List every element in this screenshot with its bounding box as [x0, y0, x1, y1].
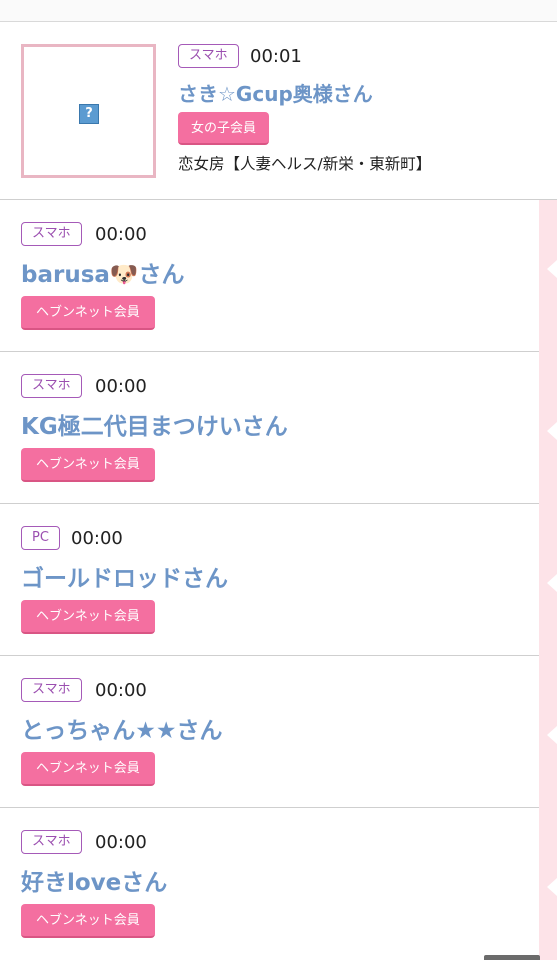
member-type-badge: ヘブンネット会員 [21, 448, 155, 482]
visitor-list: スマホ 00:00 barusa🐶さん ヘブンネット会員 スマホ 00:00 K… [0, 200, 557, 960]
member-type-badge: 女の子会員 [178, 112, 270, 145]
top-strip [0, 0, 557, 22]
visitor-name-link[interactable]: KG極二代目まつけいさん [21, 407, 288, 441]
visit-time: 00:00 [95, 224, 147, 245]
device-badge: スマホ [21, 222, 82, 246]
visit-time: 00:00 [95, 832, 147, 853]
rail-notch [547, 878, 557, 896]
visitor-name-link[interactable]: 好きloveさん [21, 863, 167, 897]
visitor-row[interactable]: スマホ 00:00 barusa🐶さん ヘブンネット会員 [0, 200, 557, 352]
rail-notch [547, 574, 557, 592]
member-type-badge: ヘブンネット会員 [21, 752, 155, 786]
visitor-row[interactable]: スマホ 00:00 KG極二代目まつけいさん ヘブンネット会員 [0, 352, 557, 504]
visitor-row[interactable]: PC 00:00 ゴールドロッドさん ヘブンネット会員 [0, 504, 557, 656]
device-badge: PC [21, 526, 60, 550]
rail-notch [547, 260, 557, 278]
device-badge: スマホ [21, 374, 82, 398]
scroll-indicator [484, 955, 540, 960]
rail-notch [547, 422, 557, 440]
shop-name[interactable]: 恋女房【人妻ヘルス/新栄・東新町】 [178, 152, 431, 174]
device-badge: スマホ [21, 678, 82, 702]
visitor-name-link[interactable]: とっちゃん★★さん [21, 711, 223, 745]
member-type-badge: ヘブンネット会員 [21, 904, 155, 938]
visit-time: 00:01 [250, 46, 302, 67]
broken-image-icon: ? [79, 104, 99, 124]
visit-time: 00:00 [71, 528, 123, 549]
visit-time: 00:00 [95, 376, 147, 397]
member-type-badge: ヘブンネット会員 [21, 600, 155, 634]
device-badge: スマホ [178, 44, 239, 68]
featured-visitor-card[interactable]: ? スマホ 00:01 さき☆Gcup奥様さん 女の子会員 恋女房【人妻ヘルス/… [0, 22, 557, 200]
visitor-name-link[interactable]: さき☆Gcup奥様さん [178, 78, 373, 107]
visitor-row[interactable]: スマホ 00:00 好きloveさん ヘブンネット会員 [0, 808, 557, 960]
decorative-side-rail [539, 200, 557, 960]
profile-thumbnail[interactable]: ? [21, 44, 156, 178]
visit-time: 00:00 [95, 680, 147, 701]
member-type-badge: ヘブンネット会員 [21, 296, 155, 330]
device-badge: スマホ [21, 830, 82, 854]
visitor-row[interactable]: スマホ 00:00 とっちゃん★★さん ヘブンネット会員 [0, 656, 557, 808]
visitor-name-link[interactable]: barusa🐶さん [21, 255, 185, 289]
rail-notch [547, 726, 557, 744]
visitor-name-link[interactable]: ゴールドロッドさん [21, 559, 228, 593]
